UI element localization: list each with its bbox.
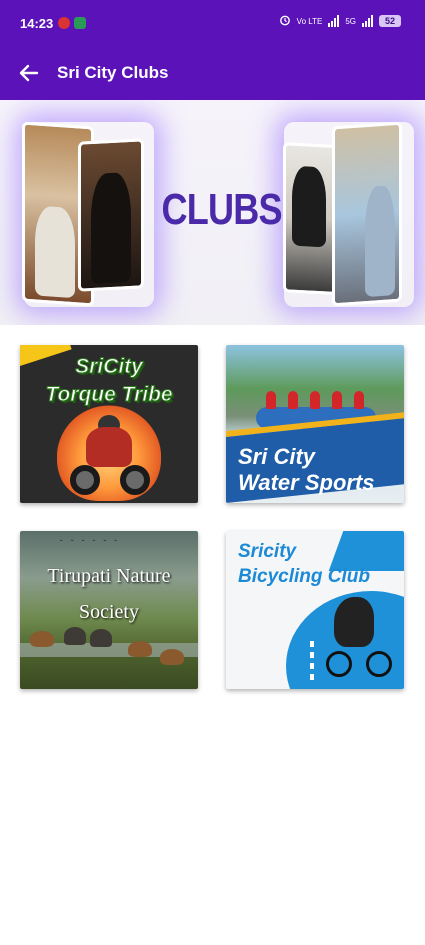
- club-card-torque-tribe[interactable]: SriCity Torque Tribe: [20, 345, 198, 503]
- club-title-line1: SriCity: [75, 355, 144, 379]
- bicycle-wheel-graphic: [326, 651, 352, 677]
- top-app-bar: 14:23 Vo LTE 5G 52 Sri City Clubs: [0, 0, 425, 100]
- club-title-line1: Sri City: [238, 444, 316, 469]
- rafter-graphic: [310, 391, 320, 409]
- club-title-line2: Society: [79, 601, 139, 623]
- banner-photo-speaker: [78, 138, 144, 292]
- cyclist-graphic: [334, 597, 374, 647]
- battery-icon: 52: [379, 15, 401, 27]
- sim2-icon: [74, 17, 86, 29]
- deer-graphic: [128, 641, 152, 657]
- birds-graphic: ˇ ˇ ˇ ˇ ˇ ˇ: [60, 539, 121, 548]
- club-card-water-sports[interactable]: Sri City Water Sports: [226, 345, 404, 503]
- deer-graphic: [160, 649, 184, 665]
- club-title-line2: Water Sports: [238, 470, 375, 495]
- club-title-line1: Tirupati Nature: [47, 565, 171, 587]
- rider-graphic: [86, 427, 132, 467]
- deer-graphic: [30, 631, 54, 647]
- clubs-banner: CLUBS: [0, 100, 425, 325]
- elephant-graphic: [64, 627, 86, 645]
- rafter-graphic: [266, 391, 276, 409]
- sim1-icon: [58, 17, 70, 29]
- banner-heading: CLUBS: [161, 185, 283, 234]
- elephant-graphic: [90, 629, 112, 647]
- status-time: 14:23: [20, 16, 54, 31]
- bicycle-wheel-graphic: [366, 651, 392, 677]
- club-card-bicycling[interactable]: Sricity Bicycling Club: [226, 531, 404, 689]
- back-button[interactable]: [14, 58, 44, 88]
- status-right-cluster: Vo LTE 5G 52: [279, 14, 401, 28]
- net-type-label: 5G: [345, 16, 356, 26]
- network1-label: Vo LTE: [296, 16, 323, 26]
- status-bar: 14:23 Vo LTE 5G 52: [0, 0, 425, 46]
- club-title-line1: Sricity: [238, 541, 297, 562]
- signal1-icon: [328, 15, 340, 27]
- signal2-icon: [362, 15, 373, 27]
- road-dash-graphic: [310, 641, 314, 681]
- rafter-graphic: [332, 391, 342, 409]
- rafter-graphic: [288, 391, 298, 409]
- rafter-graphic: [354, 391, 364, 409]
- club-title-line2: Bicycling Club: [238, 566, 370, 587]
- club-title-line2: Torque Tribe: [45, 383, 173, 407]
- club-card-nature-society[interactable]: ˇ ˇ ˇ ˇ ˇ ˇ Tirupati Nature Society: [20, 531, 198, 689]
- banner-photo-painting: [332, 121, 402, 307]
- app-bar: Sri City Clubs: [0, 46, 425, 100]
- arrow-left-icon: [19, 64, 39, 82]
- page-title: Sri City Clubs: [57, 63, 169, 82]
- wheel-graphic: [70, 465, 100, 495]
- card-accent-band: [328, 531, 404, 571]
- wheel-graphic: [120, 465, 150, 495]
- alarm-icon: [279, 14, 291, 28]
